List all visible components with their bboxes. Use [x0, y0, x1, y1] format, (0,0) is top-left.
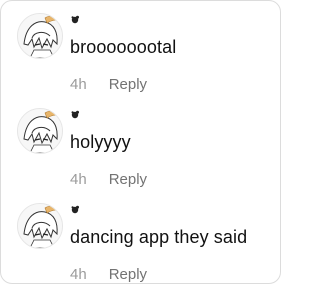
comment-text: broooooootal	[70, 37, 177, 57]
timestamp: 4h	[70, 75, 87, 93]
comment-item: dancing app they said 4h Reply	[1, 199, 280, 283]
comment-item: holyyyy 4h Reply	[1, 104, 280, 198]
avatar[interactable]	[17, 203, 63, 249]
user-badge-icon	[70, 15, 80, 25]
comment-item: broooooootal 4h Reply	[1, 9, 280, 103]
comment-meta: 4h Reply	[70, 264, 147, 283]
user-badge-icon	[70, 205, 80, 215]
reply-button[interactable]: Reply	[109, 171, 147, 188]
avatar[interactable]	[17, 108, 63, 154]
user-badge-icon	[70, 110, 80, 120]
anime-character-avatar-icon	[18, 109, 62, 153]
timestamp: 4h	[70, 170, 87, 188]
comment-text: dancing app they said	[70, 227, 248, 247]
anime-character-avatar-icon	[18, 14, 62, 58]
comments-panel: broooooootal 4h Reply holyyyy 4h Reply d…	[0, 0, 281, 284]
avatar[interactable]	[17, 13, 63, 59]
timestamp: 4h	[70, 265, 87, 283]
reply-button[interactable]: Reply	[109, 76, 147, 93]
anime-character-avatar-icon	[18, 204, 62, 248]
comment-meta: 4h Reply	[70, 169, 147, 189]
reply-button[interactable]: Reply	[109, 266, 147, 283]
comment-meta: 4h Reply	[70, 74, 147, 94]
comment-text: holyyyy	[70, 132, 131, 152]
